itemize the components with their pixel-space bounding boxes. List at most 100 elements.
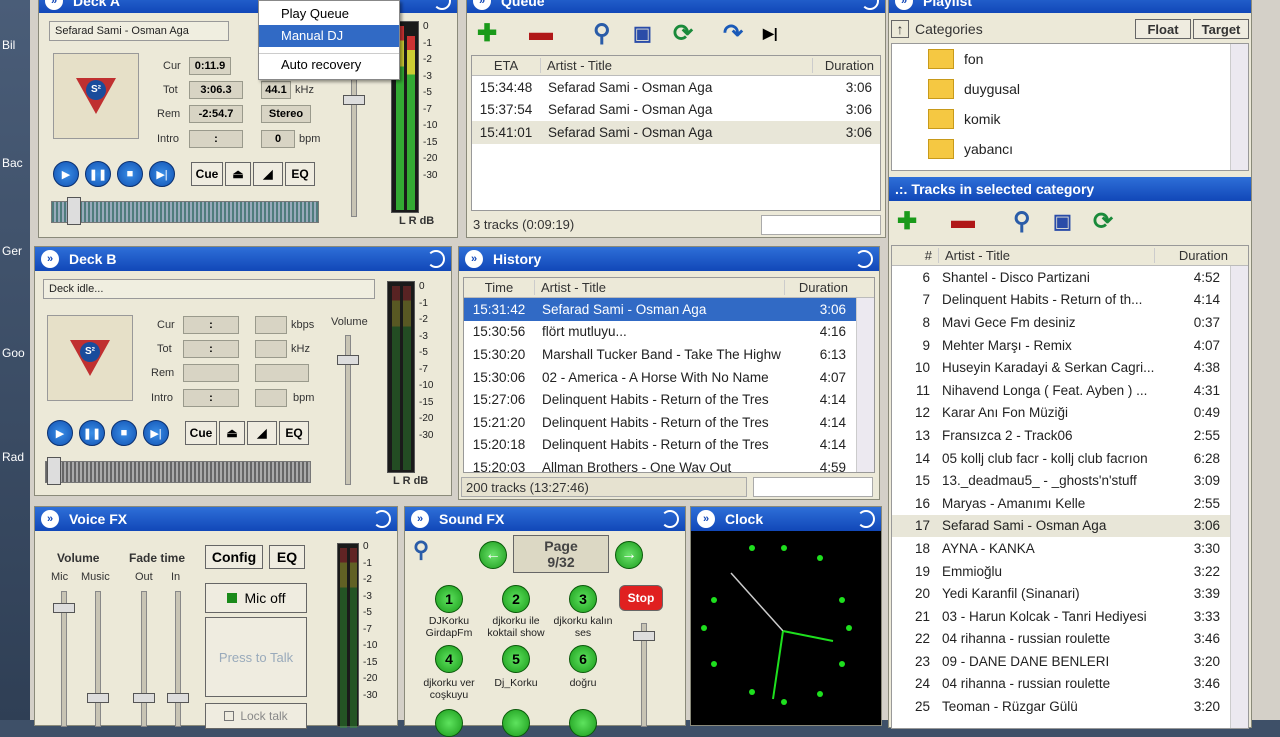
search-icon[interactable]: ⚲	[413, 537, 429, 563]
table-row[interactable]: 20 Yedi Karanfil (Sinanari) 3:39	[892, 582, 1248, 605]
in-knob[interactable]	[167, 693, 189, 703]
table-row[interactable]: 16 Maryas - Amanımı Kelle 2:55	[892, 492, 1248, 515]
out-track[interactable]	[141, 591, 147, 727]
table-row[interactable]: 15:21:20 Delinquent Habits - Return of th…	[464, 411, 874, 434]
table-row[interactable]: 15:41:01 Sefarad Sami - Osman Aga 3:06	[472, 121, 880, 144]
tracks-scrollbar[interactable]	[1230, 266, 1248, 728]
eq-button[interactable]: EQ	[279, 421, 309, 445]
stop-sfx-button[interactable]: Stop	[619, 585, 663, 611]
folder-item[interactable]: duygusal	[892, 74, 1248, 104]
cue-button[interactable]: Cue	[191, 162, 223, 186]
sfx-button-1[interactable]: 1	[435, 585, 463, 613]
volume-knob[interactable]	[337, 355, 359, 365]
sfx-button-8[interactable]	[502, 709, 530, 737]
volume-track[interactable]	[351, 67, 357, 217]
next-button[interactable]: ▶|	[149, 161, 175, 187]
deck-a-seek-knob[interactable]	[67, 197, 81, 225]
shuffle-icon[interactable]: ⟳	[673, 19, 693, 48]
fade-button[interactable]: ◢	[253, 162, 283, 186]
refresh-icon[interactable]	[427, 250, 445, 268]
folder-item[interactable]: fon	[892, 44, 1248, 74]
music-knob[interactable]	[87, 693, 109, 703]
table-row[interactable]: 6 Shantel - Disco Partizani 4:52	[892, 266, 1248, 289]
sfx-button-6[interactable]: 6	[569, 645, 597, 673]
cue-button[interactable]: Cue	[185, 421, 217, 445]
table-row[interactable]: 15:30:06 02 - America - A Horse With No N…	[464, 366, 874, 389]
deck-b-seek-knob[interactable]	[47, 457, 61, 485]
table-row[interactable]: 15:20:18 Delinquent Habits - Return of th…	[464, 434, 874, 457]
sfx-button-4[interactable]: 4	[435, 645, 463, 673]
table-row[interactable]: 25 Teoman - Rüzgar Gülü 3:20	[892, 695, 1248, 718]
out-knob[interactable]	[133, 693, 155, 703]
volume-knob[interactable]	[343, 95, 365, 105]
voicefx-eq-button[interactable]: EQ	[269, 545, 305, 569]
table-row[interactable]: 15 13._deadmau5_ - _ghosts'n'stuff 3:09	[892, 469, 1248, 492]
next-page-button[interactable]: →	[615, 541, 643, 569]
skip-icon[interactable]: ▶|	[763, 25, 778, 42]
categories-scrollbar[interactable]	[1230, 44, 1248, 170]
table-row[interactable]: 24 04 rihanna - russian roulette 3:46	[892, 673, 1248, 696]
play-button[interactable]: ▶	[53, 161, 79, 187]
music-track[interactable]	[95, 591, 101, 727]
table-row[interactable]: 11 Nihavend Longa ( Feat. Ayben ) ... 4:31	[892, 379, 1248, 402]
table-row[interactable]: 9 Mehter Marşı - Remix 4:07	[892, 334, 1248, 357]
history-scrollbar[interactable]	[856, 298, 874, 472]
table-row[interactable]: 12 Karar Anı Fon Müziği 0:49	[892, 402, 1248, 425]
table-row[interactable]: 15:37:54 Sefarad Sami - Osman Aga 3:06	[472, 99, 880, 122]
redo-icon[interactable]: ↷	[723, 19, 743, 48]
folder-item[interactable]: yabancı	[892, 134, 1248, 164]
pause-button[interactable]: ❚❚	[85, 161, 111, 187]
table-row[interactable]: 15:20:03 Allman Brothers - One Way Out 4:5…	[464, 456, 874, 472]
remove-icon[interactable]: ▬	[529, 19, 553, 47]
pause-button[interactable]: ❚❚	[79, 420, 105, 446]
deck-a-seek[interactable]	[51, 201, 319, 223]
target-button[interactable]: Target	[1193, 19, 1249, 39]
table-row[interactable]: 15:30:20 Marshall Tucker Band - Take The …	[464, 343, 874, 366]
deck-b-seek[interactable]	[45, 461, 311, 483]
table-row[interactable]: 21 03 - Harun Kolcak - Tanri Hediyesi 3:33	[892, 605, 1248, 628]
table-row[interactable]: 15:30:56 flört mutluyu... 4:16	[464, 321, 874, 344]
sfx-button-5[interactable]: 5	[502, 645, 530, 673]
mic-off-button[interactable]: Mic off	[205, 583, 307, 613]
eject-button[interactable]: ⏏	[225, 162, 251, 186]
search-icon[interactable]: ⚲	[1013, 207, 1031, 236]
shuffle-icon[interactable]: ⟳	[1093, 207, 1113, 236]
table-row[interactable]: 14 05 kollj club facr - kollj club facrıo…	[892, 447, 1248, 470]
eject-button[interactable]: ⏏	[219, 421, 245, 445]
menu-item-auto-recovery[interactable]: Auto recovery	[259, 53, 399, 75]
sfx-volume-knob[interactable]	[633, 631, 655, 641]
prev-page-button[interactable]: ←	[479, 541, 507, 569]
refresh-icon[interactable]	[855, 250, 873, 268]
table-row[interactable]: 17 Sefarad Sami - Osman Aga 3:06	[892, 514, 1248, 538]
refresh-icon[interactable]	[857, 510, 875, 528]
next-button[interactable]: ▶|	[143, 420, 169, 446]
table-row[interactable]: 22 04 rihanna - russian roulette 3:46	[892, 628, 1248, 651]
refresh-icon[interactable]	[373, 510, 391, 528]
in-track[interactable]	[175, 591, 181, 727]
play-button[interactable]: ▶	[47, 420, 73, 446]
menu-item-play-queue[interactable]: Play Queue	[259, 3, 399, 25]
refresh-icon[interactable]	[433, 0, 451, 10]
save-icon[interactable]: ▣	[1053, 209, 1072, 234]
eq-button[interactable]: EQ	[285, 162, 315, 186]
save-icon[interactable]: ▣	[633, 21, 652, 46]
sfx-button-7[interactable]	[435, 709, 463, 737]
search-icon[interactable]: ⚲	[593, 19, 611, 48]
table-row[interactable]: 15:31:42 Sefarad Sami - Osman Aga 3:06	[464, 298, 874, 321]
table-row[interactable]: 23 09 - DANE DANE BENLERI 3:20	[892, 650, 1248, 673]
table-row[interactable]: 8 Mavi Gece Fm desiniz 0:37	[892, 311, 1248, 334]
lock-talk-button[interactable]: Lock talk	[205, 703, 307, 729]
table-row[interactable]: 18 AYNA - KANKA 3:30	[892, 537, 1248, 560]
stop-button[interactable]: ■	[117, 161, 143, 187]
float-button[interactable]: Float	[1135, 19, 1191, 39]
config-button[interactable]: Config	[205, 545, 263, 569]
table-row[interactable]: 10 Huseyin Karadayi & Serkan Cagri... 4:38	[892, 356, 1248, 379]
press-to-talk-button[interactable]: Press to Talk	[205, 617, 307, 697]
add-icon[interactable]: ✚	[897, 207, 917, 236]
up-icon[interactable]: ↑	[891, 20, 909, 38]
refresh-icon[interactable]	[861, 0, 879, 10]
remove-icon[interactable]: ▬	[951, 207, 975, 235]
table-row[interactable]: 15:27:06 Delinquent Habits - Return of th…	[464, 388, 874, 411]
sfx-button-2[interactable]: 2	[502, 585, 530, 613]
table-row[interactable]: 7 Delinquent Habits - Return of th... 4:14	[892, 289, 1248, 312]
